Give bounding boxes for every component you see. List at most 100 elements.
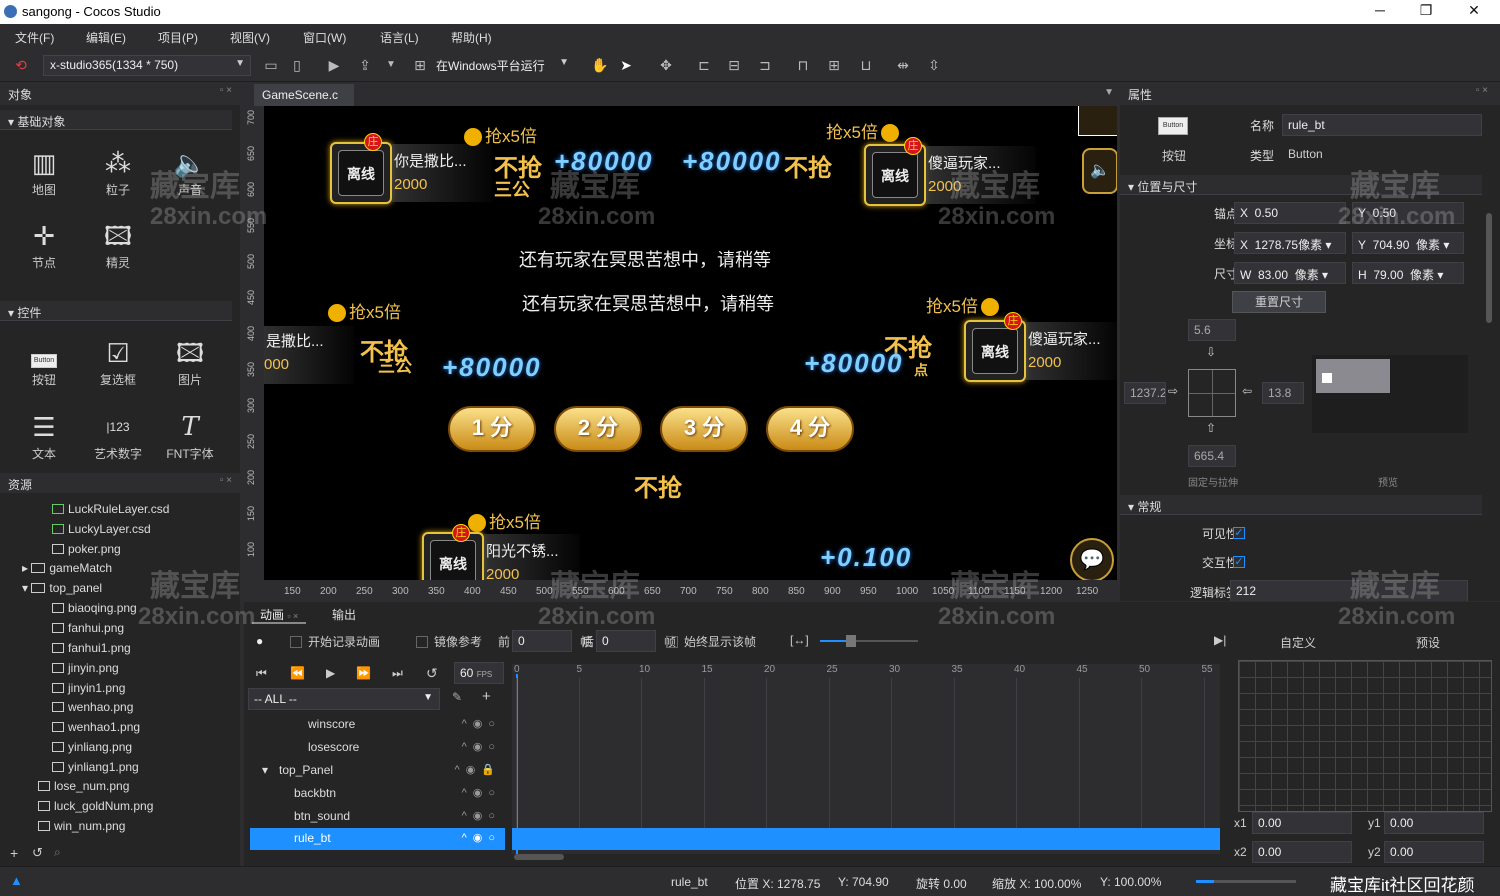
timeline-scrollbar[interactable] <box>514 854 564 860</box>
chat-button[interactable]: 💬 <box>1070 538 1114 580</box>
timeline-node-row[interactable]: backbtn ^◉○ <box>250 783 505 805</box>
control-checkbox[interactable]: ☑ 复选框 <box>88 335 148 388</box>
record-icon[interactable]: ● <box>256 634 263 648</box>
anchor-y-field[interactable]: Y 0.50 <box>1352 202 1464 224</box>
prev-frame-icon[interactable]: ⏪ <box>290 666 305 680</box>
zoom-slider[interactable] <box>1196 880 1296 883</box>
timeline-node-row[interactable]: btn_sound ^◉○ <box>250 806 505 828</box>
score-2-button[interactable]: 2 分 <box>554 406 642 452</box>
menu-help[interactable]: 帮助(H) <box>451 29 492 46</box>
x1-field[interactable]: 0.00 <box>1252 812 1352 834</box>
properties-scrollbar[interactable] <box>1486 213 1492 323</box>
panel-pin-icon[interactable]: ▫ × <box>1476 85 1488 96</box>
minimize-button[interactable]: ─ <box>1365 2 1395 22</box>
resource-item[interactable]: jinyin1.png <box>52 681 125 701</box>
visible-checkbox[interactable]: ✓ <box>1233 527 1245 539</box>
show-frame-toggle[interactable]: 始终显示该帧 <box>666 633 756 650</box>
fps-field[interactable]: 60 FPS <box>454 662 504 684</box>
search-icon[interactable]: ⌕ <box>54 845 61 860</box>
visibility-icon[interactable]: ^◉○ <box>462 831 501 844</box>
score-3-button[interactable]: 3 分 <box>660 406 748 452</box>
object-sound[interactable]: 🔈 声音 <box>160 145 220 198</box>
refresh-icon[interactable]: ↺ <box>32 845 43 861</box>
control-button[interactable]: Button 按钮 <box>14 335 74 388</box>
position-size-section[interactable]: ▾ 位置与尺寸 <box>1120 175 1482 195</box>
menu-file[interactable]: 文件(F) <box>15 29 54 46</box>
resource-item[interactable]: lose_num.png <box>38 779 129 799</box>
hand-tool-icon[interactable]: ✋ <box>591 56 609 74</box>
menu-view[interactable]: 视图(V) <box>230 29 270 46</box>
resource-item[interactable]: wenhao.png <box>52 700 133 720</box>
resource-item[interactable]: poker.png <box>52 542 121 562</box>
distribute-v-icon[interactable]: ⇳ <box>925 56 943 74</box>
object-node[interactable]: ✛ 节点 <box>14 218 74 271</box>
tab-gamescene[interactable]: GameScene.c × <box>254 84 354 116</box>
anchor-box[interactable] <box>1188 369 1236 417</box>
filter-dropdown[interactable]: -- ALL -- ▼ <box>248 688 440 710</box>
align-middle-icon[interactable]: ⊞ <box>825 56 843 74</box>
chevron-down-icon[interactable]: ▼ <box>1104 87 1114 98</box>
logic-tag-field[interactable]: 212 <box>1230 580 1468 601</box>
rule-button[interactable] <box>1078 106 1117 136</box>
panel-pin-icon[interactable]: ▫ × <box>220 85 232 96</box>
timeline-node-row[interactable]: winscore ^◉○ <box>250 714 505 736</box>
resource-item[interactable]: win_num.png <box>38 819 125 839</box>
timeline-selected-track[interactable] <box>512 828 1220 850</box>
size-w-field[interactable]: W 83.00 像素 ▾ <box>1234 262 1346 284</box>
first-frame-icon[interactable]: ⏮ <box>256 666 267 681</box>
control-image[interactable]: 🖾 图片 <box>160 335 220 388</box>
arrow-down-icon[interactable]: ⇩ <box>1206 345 1216 359</box>
select-tool-icon[interactable]: ➤ <box>617 56 635 74</box>
arrow-left-icon[interactable]: ⇦ <box>1242 384 1252 398</box>
resource-folder[interactable]: ▸ gameMatch <box>22 561 112 581</box>
add-icon[interactable]: + <box>10 845 18 861</box>
align-left-icon[interactable]: ⊏ <box>695 56 713 74</box>
run-target-dropdown[interactable]: 在Windows平台运行 ▼ <box>430 55 574 76</box>
last-frame-icon[interactable]: ⏭ <box>392 666 403 681</box>
margin-bottom-field[interactable]: 665.4 <box>1188 445 1236 467</box>
expand-icon[interactable]: ▾ <box>262 763 268 777</box>
visibility-icon[interactable]: ^◉○ <box>462 740 501 753</box>
warning-icon[interactable]: ▲ <box>10 873 23 888</box>
align-center-icon[interactable]: ⊟ <box>725 56 743 74</box>
record-toggle[interactable]: 开始记录动画 <box>290 633 380 650</box>
y1-field[interactable]: 0.00 <box>1384 812 1484 834</box>
object-sprite[interactable]: 🖾 精灵 <box>88 218 148 271</box>
upload-icon[interactable]: ⇪ <box>356 56 374 74</box>
lock-icon[interactable]: ^◉🔒 <box>455 763 501 776</box>
visibility-icon[interactable]: ^◉○ <box>462 786 501 799</box>
control-text[interactable]: ☰ 文本 <box>14 409 74 462</box>
resource-item[interactable]: yinliang.png <box>52 740 132 760</box>
distribute-h-icon[interactable]: ⇹ <box>894 56 912 74</box>
x2-field[interactable]: 0.00 <box>1252 841 1352 863</box>
visibility-icon[interactable]: ^◉○ <box>462 717 501 730</box>
resolution-dropdown[interactable]: x-studio365(1334 * 750) ▼ <box>43 55 251 76</box>
margin-right-field[interactable]: 13.8 <box>1262 382 1304 404</box>
name-field[interactable]: rule_bt <box>1282 114 1482 136</box>
resource-item[interactable]: LuckyLayer.csd <box>52 522 151 542</box>
arrow-right-icon[interactable]: ⇨ <box>1168 384 1178 398</box>
play-icon[interactable]: ▶ <box>325 56 343 74</box>
preset-tab[interactable]: 预设 <box>1416 634 1440 651</box>
loop-icon[interactable]: [↔] <box>790 633 809 647</box>
publish-icon[interactable]: ⟲ <box>12 56 30 74</box>
loop-play-icon[interactable]: ↺ <box>426 665 438 682</box>
visibility-icon[interactable]: ^◉○ <box>462 809 501 822</box>
control-atlas-number[interactable]: |123 艺术数字 <box>88 409 148 462</box>
tab-animation[interactable]: 动画 ▫ × <box>252 602 307 624</box>
align-right-icon[interactable]: ⊐ <box>756 56 774 74</box>
menu-window[interactable]: 窗口(W) <box>303 29 346 46</box>
align-top-icon[interactable]: ⊓ <box>794 56 812 74</box>
player-seat[interactable]: 离线 <box>330 142 392 204</box>
timeline-node-row[interactable]: losescore ^◉○ <box>250 737 505 759</box>
reset-size-button[interactable]: 重置尺寸 <box>1232 291 1326 313</box>
margin-top-field[interactable]: 5.6 <box>1188 319 1236 341</box>
resource-item[interactable]: jinyin.png <box>52 661 119 681</box>
menu-language[interactable]: 语言(L) <box>380 29 419 46</box>
resource-folder[interactable]: ▾ top_panel <box>22 581 102 601</box>
player-seat[interactable]: 离线 <box>422 532 484 580</box>
timeline-track[interactable]: 0 5 10 15 20 25 30 35 40 45 50 55 <box>512 664 1220 854</box>
before-frames-field[interactable]: 0 <box>512 630 572 652</box>
object-particle[interactable]: ⁂ 粒子 <box>88 145 148 198</box>
scene-canvas[interactable]: 离线 庄 你是撒比... 2000 抢x5倍 不抢 三公 +80000 +8000… <box>264 106 1117 580</box>
